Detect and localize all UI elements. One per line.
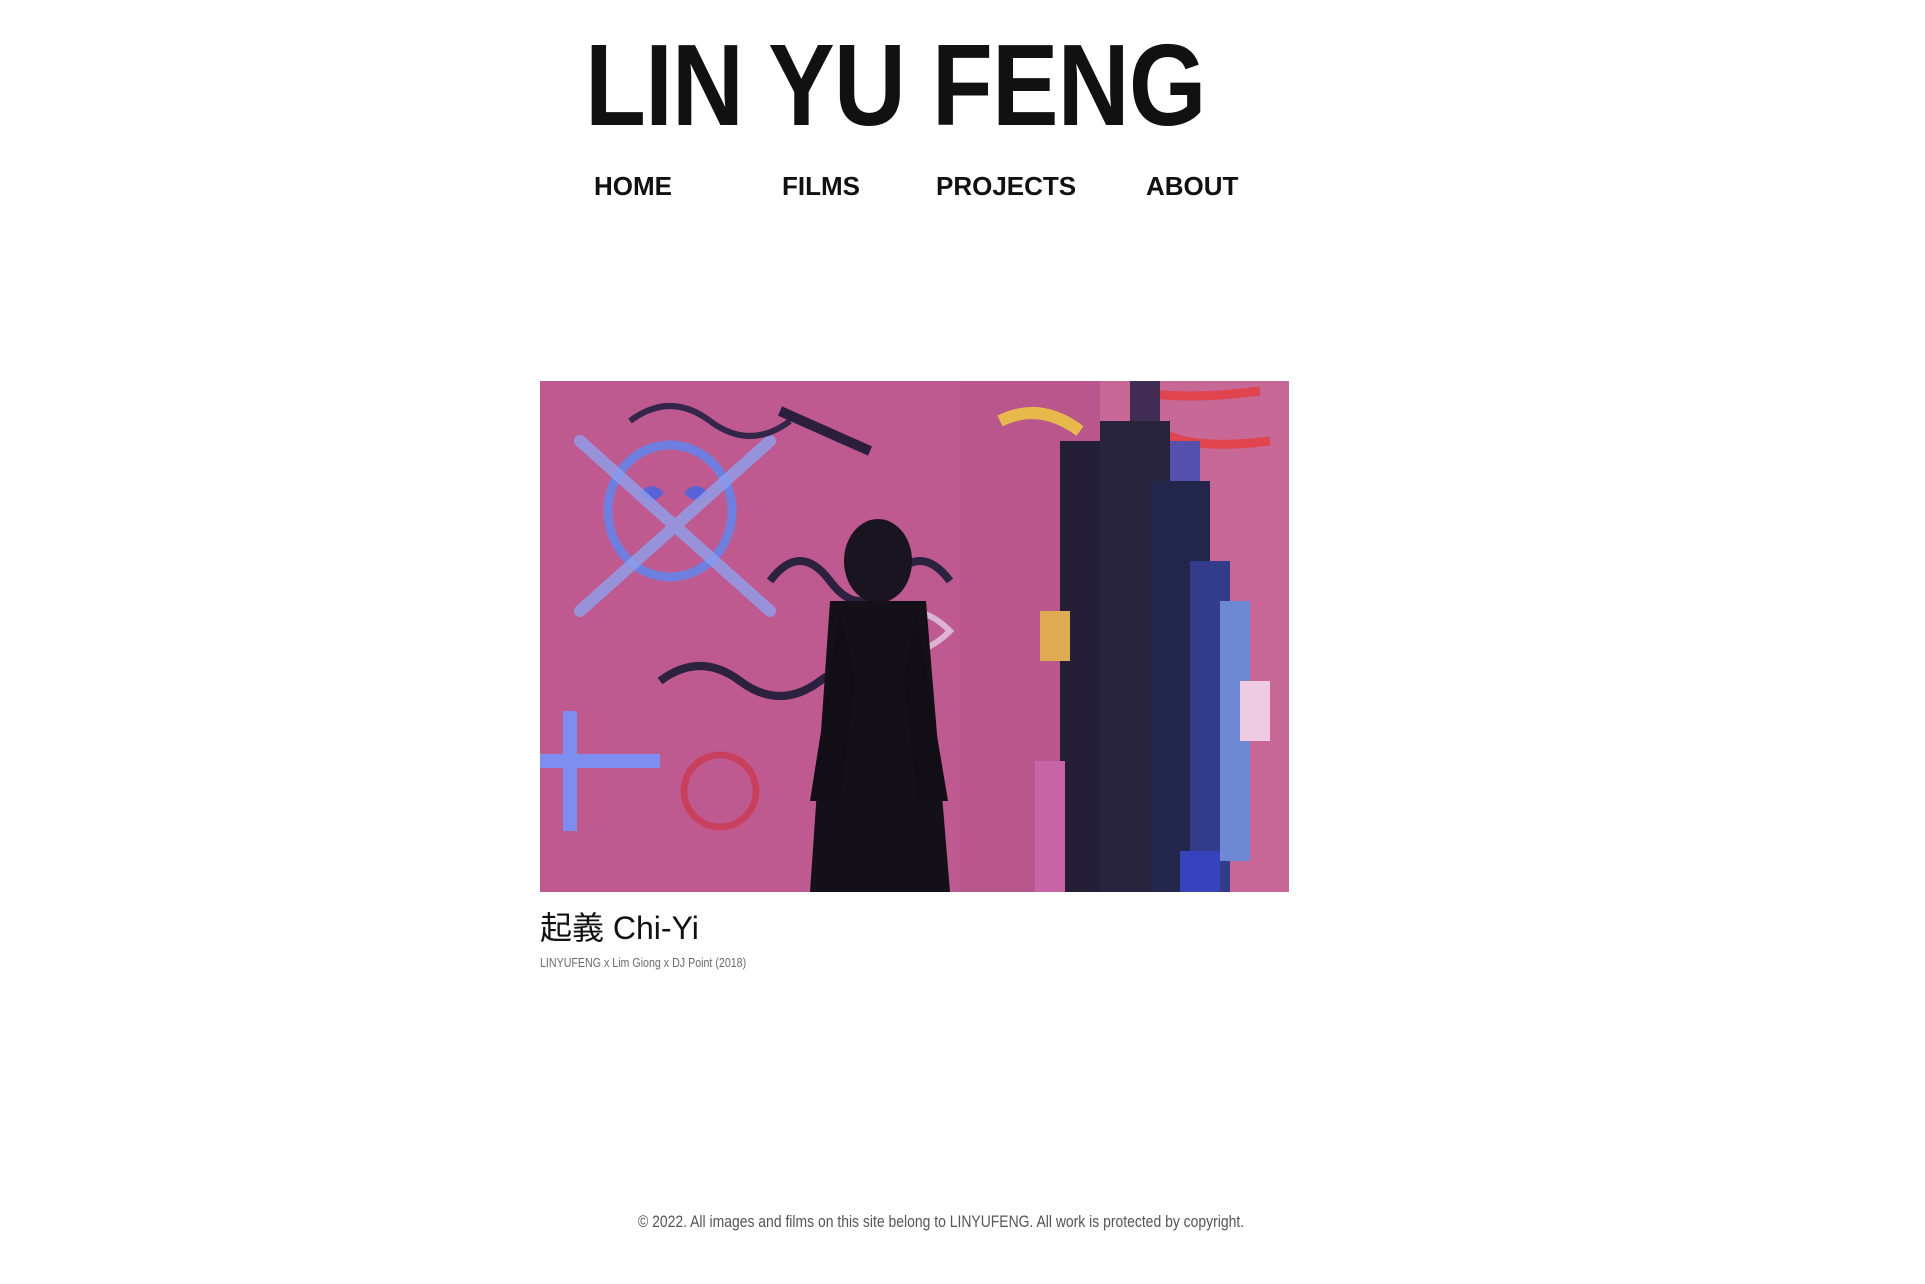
- main-nav: HOME FILMS PROJECTS ABOUT: [560, 168, 1250, 204]
- film-still-image: [540, 381, 1289, 892]
- film-thumbnail[interactable]: [540, 381, 1289, 892]
- nav-item-about[interactable]: ABOUT: [1146, 168, 1238, 204]
- film-title[interactable]: 起義 Chi-Yi: [540, 908, 699, 948]
- nav-item-films[interactable]: FILMS: [782, 168, 860, 204]
- nav-item-home[interactable]: HOME: [594, 168, 672, 204]
- footer-copyright: © 2022. All images and films on this sit…: [638, 1212, 1245, 1231]
- site-title[interactable]: LIN YU FENG: [585, 27, 1206, 143]
- film-card[interactable]: 起義 Chi-Yi LINYUFENG x Lim Giong x DJ Poi…: [540, 381, 1289, 981]
- film-credits: LINYUFENG x Lim Giong x DJ Point (2018): [540, 955, 747, 970]
- nav-item-projects[interactable]: PROJECTS: [936, 168, 1076, 204]
